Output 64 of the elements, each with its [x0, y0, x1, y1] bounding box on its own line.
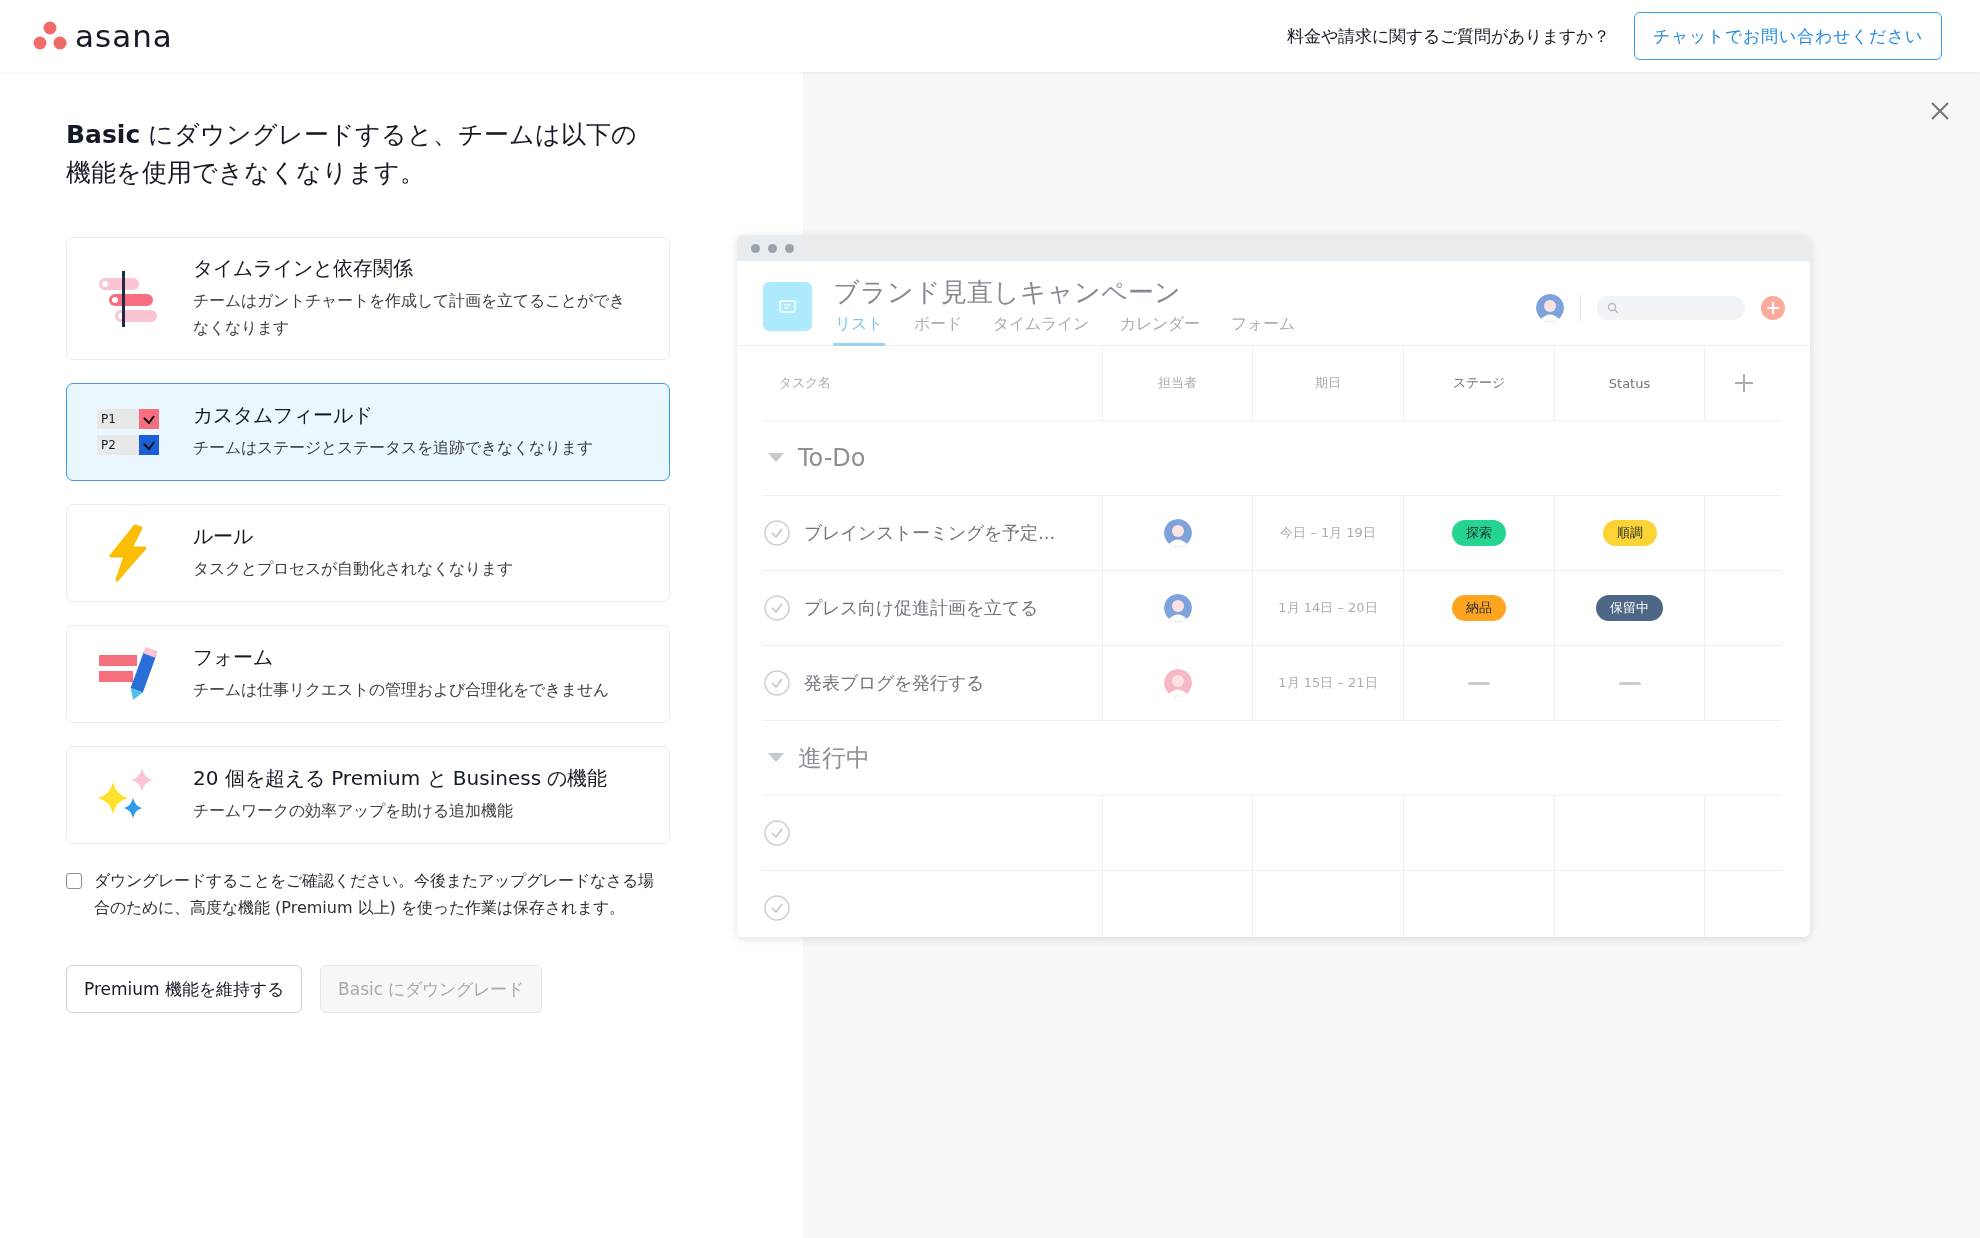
project-tab[interactable]: タイムライン: [991, 312, 1091, 346]
search-icon: [1607, 302, 1619, 314]
status-tag: 順調: [1602, 520, 1657, 546]
project-title: ブランド見直しキャンペーン: [833, 276, 1182, 308]
avatar-icon: [1536, 294, 1564, 322]
stage-tag: 探索: [1452, 520, 1506, 546]
column-header: Status: [1608, 375, 1651, 391]
empty-dash: [1468, 681, 1490, 685]
confirm-checkbox[interactable]: [66, 873, 82, 889]
check-circle-icon[interactable]: [764, 595, 790, 621]
task-name: 発表ブログを発行する: [804, 671, 984, 695]
column-header: 担当者: [1158, 374, 1197, 392]
page-heading: Basic にダウングレードすると、チームは以下の機能を使用できなくなります。: [66, 119, 639, 189]
section-title: 進行中: [798, 743, 870, 774]
feature-title: ルール: [193, 523, 254, 550]
column-header: タスク名: [779, 374, 831, 392]
feature-description: チームワークの効率アップを助ける追加機能: [193, 801, 514, 822]
close-icon[interactable]: [1930, 101, 1950, 121]
feature-description: チームは仕事リクエストの管理および合理化をできません: [193, 680, 609, 701]
check-circle-icon[interactable]: [764, 820, 790, 846]
due-date: 1月 15日 – 21日: [1278, 674, 1378, 692]
project-tab[interactable]: カレンダー: [1118, 312, 1202, 346]
task-name: ブレインストーミングを予定...: [804, 521, 1056, 545]
due-date: 1月 14日 – 20日: [1278, 599, 1378, 617]
billing-question: 料金や請求に関するご質問がありますか？: [1287, 24, 1610, 48]
check-circle-icon[interactable]: [764, 670, 790, 696]
collapse-triangle-icon[interactable]: [768, 753, 784, 763]
feature-title: カスタムフィールド: [193, 402, 374, 429]
project-tab[interactable]: フォーム: [1229, 312, 1297, 346]
feature-title: タイムラインと依存関係: [193, 255, 414, 282]
checkbox-icon: [139, 409, 159, 429]
project-tab[interactable]: ボード: [912, 312, 964, 346]
column-header: 期日: [1315, 374, 1341, 392]
logo-icon: [33, 21, 67, 51]
feature-description: チームはステージとステータスを追跡できなくなります: [193, 438, 593, 459]
confirm-text: ダウングレードすることをご確認ください。今後またアップグレードなさる場合のために、高度な機能 (Premium 以上) を使った作業は保存されます。: [94, 870, 655, 919]
column-header: ステージ: [1453, 374, 1505, 392]
feature-description: タスクとプロセスが自動化されなくなります: [193, 559, 513, 580]
collapse-triangle-icon[interactable]: [768, 453, 784, 463]
project-icon: [763, 282, 812, 331]
feature-description: チームはガントチャートを作成して計画を立てることができなくなります: [193, 291, 626, 339]
checkbox-icon: [139, 435, 159, 455]
feature-title: 20 個を超える Premium と Business の機能: [193, 765, 608, 792]
search-field[interactable]: [1597, 296, 1745, 320]
add-column-icon[interactable]: [1734, 374, 1753, 392]
chat-button[interactable]: チャットでお問い合わせください: [1634, 12, 1942, 60]
stage-tag: 納品: [1452, 595, 1506, 621]
check-circle-icon[interactable]: [764, 895, 790, 921]
window-dot: [785, 243, 794, 253]
due-date: 今日 – 1月 19日: [1280, 524, 1376, 542]
feature-title: フォーム: [193, 644, 274, 671]
logo-text: asana: [75, 18, 173, 54]
project-tab[interactable]: リスト: [833, 312, 885, 346]
priority-label: P2: [97, 435, 139, 455]
section-title: To-Do: [798, 444, 866, 472]
empty-dash: [1618, 681, 1641, 685]
window-dot: [751, 243, 760, 253]
window-dot: [768, 243, 777, 253]
add-icon[interactable]: [1761, 296, 1785, 320]
keep-premium-button[interactable]: Premium 機能を維持する: [66, 965, 303, 1013]
check-circle-icon[interactable]: [764, 520, 790, 546]
status-tag: 保留中: [1596, 595, 1663, 621]
priority-label: P1: [97, 409, 139, 429]
task-name: プレス向け促進計画を立てる: [804, 596, 1038, 620]
